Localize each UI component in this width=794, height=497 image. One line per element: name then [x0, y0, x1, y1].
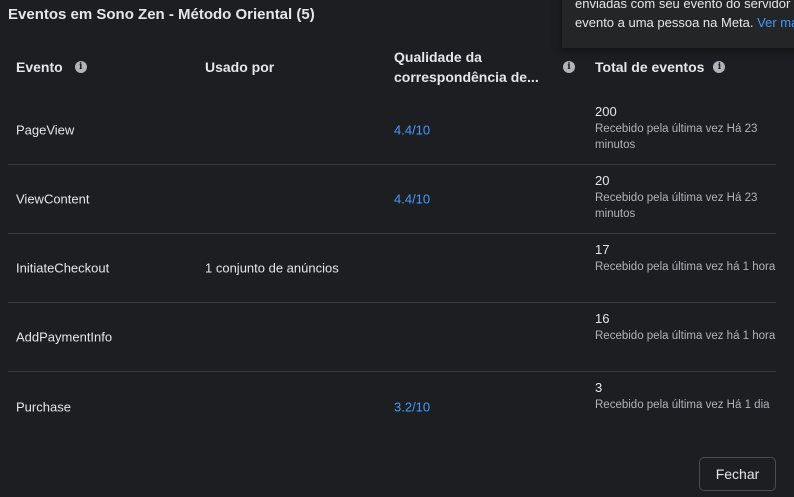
table-row[interactable]: AddPaymentInfo 16 Recebido pela última v…: [8, 303, 776, 372]
column-header-total: Total de eventos i: [595, 59, 726, 75]
table-row[interactable]: PageView 4.4/10 200 Recebido pela última…: [8, 96, 776, 165]
last-received: Recebido pela última vez Há 23 minutos: [595, 123, 758, 151]
tooltip-see-more-link[interactable]: Ver mais: [757, 15, 794, 30]
event-total: 200 Recebido pela última vez Há 23 minut…: [595, 104, 780, 153]
match-quality[interactable]: 4.4/10: [394, 192, 430, 207]
event-total: 16 Recebido pela última vez há 1 hora: [595, 311, 780, 344]
event-count: 20: [595, 173, 610, 188]
column-header-event-label: Evento: [16, 59, 63, 75]
column-header-quality: Qualidade da correspondência de... i: [394, 47, 576, 87]
event-count: 17: [595, 242, 610, 257]
match-quality[interactable]: 3.2/10: [394, 399, 430, 414]
table-row[interactable]: InitiateCheckout 1 conjunto de anúncios …: [8, 234, 776, 303]
column-header-quality-line-2: correspondência de...: [394, 69, 539, 85]
column-header-used-by-label: Usado por: [205, 59, 275, 75]
tooltip-line-2: evento a uma pessoa na Meta. Ver mais: [575, 13, 794, 32]
tooltip-text: evento a uma pessoa na Meta.: [575, 15, 754, 30]
dialog-title: Eventos em Sono Zen - Método Oriental (5…: [8, 6, 315, 23]
event-name: ViewContent: [16, 191, 90, 207]
tooltip-line-1: enviadas com seu evento do servidor: [575, 0, 791, 11]
last-received: Recebido pela última vez Há 23 minutos: [595, 192, 758, 220]
column-header-total-label: Total de eventos: [595, 59, 705, 75]
event-count: 16: [595, 311, 610, 326]
event-count: 200: [595, 104, 617, 119]
match-quality[interactable]: 4.4/10: [394, 123, 430, 138]
column-header-used-by: Usado por: [205, 59, 274, 75]
info-icon[interactable]: i: [563, 61, 575, 73]
last-received: Recebido pela última vez há 1 hora: [595, 261, 776, 273]
used-by: 1 conjunto de anúncios: [205, 260, 339, 276]
info-tooltip: enviadas com seu evento do servidor even…: [562, 0, 794, 48]
close-button[interactable]: Fechar: [699, 457, 776, 491]
table-row[interactable]: ViewContent 4.4/10 20 Recebido pela últi…: [8, 165, 776, 234]
info-icon[interactable]: i: [713, 61, 726, 73]
event-total: 3 Recebido pela última vez Há 1 dia: [595, 380, 780, 413]
column-header-quality-line-1: Qualidade da: [394, 49, 482, 65]
column-header-event: Evento i: [16, 59, 87, 75]
event-name: PageView: [16, 122, 75, 138]
event-name: InitiateCheckout: [16, 260, 110, 276]
info-icon[interactable]: i: [74, 61, 87, 73]
last-received: Recebido pela última vez há 1 hora: [595, 330, 776, 342]
event-total: 20 Recebido pela última vez Há 23 minuto…: [595, 173, 780, 222]
event-count: 3: [595, 380, 603, 395]
event-name: AddPaymentInfo: [16, 329, 113, 345]
last-received: Recebido pela última vez Há 1 dia: [595, 399, 770, 411]
table-row[interactable]: Purchase 3.2/10 3 Recebido pela última v…: [8, 372, 776, 441]
event-name: Purchase: [16, 399, 71, 414]
event-total: 17 Recebido pela última vez há 1 hora: [595, 242, 780, 275]
